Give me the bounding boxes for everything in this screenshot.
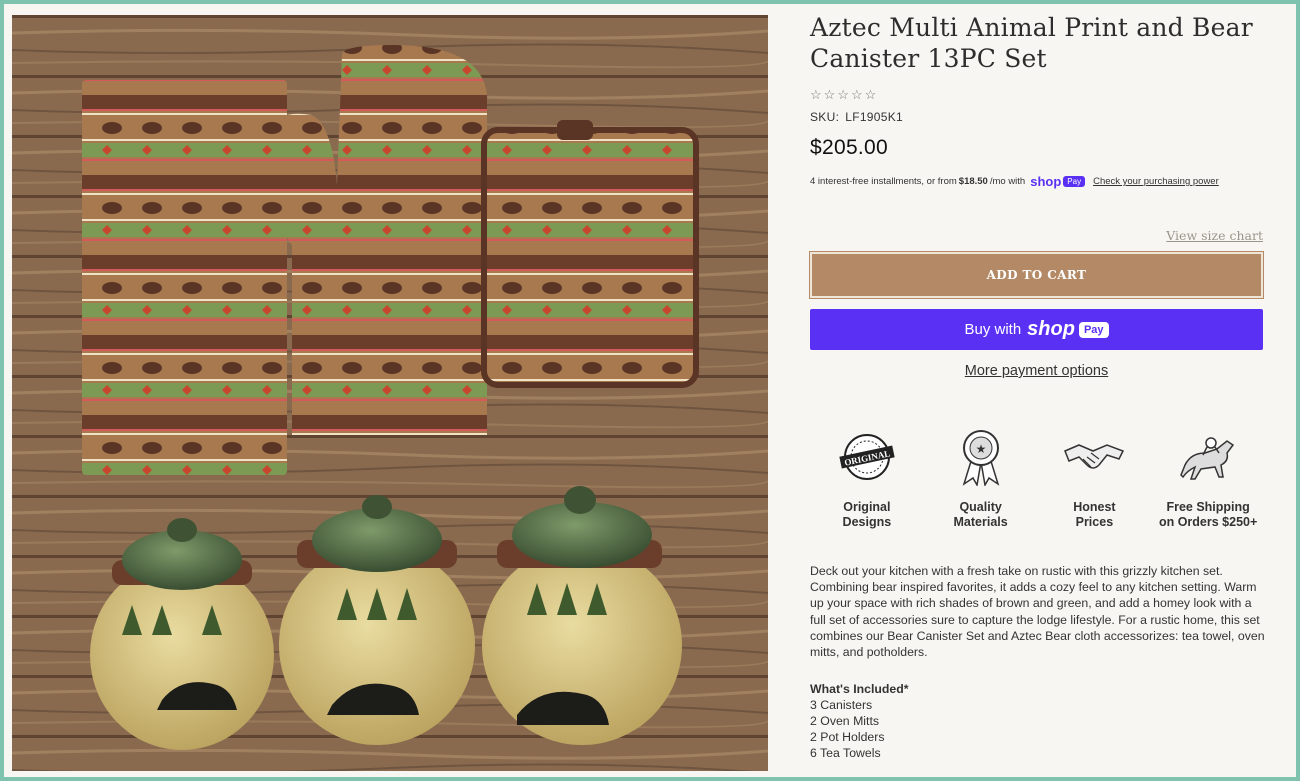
- buy-with-shop-pay-button[interactable]: Buy with shop Pay: [810, 309, 1263, 350]
- svg-text:★: ★: [975, 442, 986, 456]
- badge-free-shipping: Free Shipping on Orders $250+: [1151, 422, 1265, 530]
- check-purchasing-power-link[interactable]: Check your purchasing power: [1093, 176, 1219, 187]
- handshake-icon: [1038, 422, 1152, 492]
- badge-label: Free Shipping on Orders $250+: [1158, 500, 1258, 529]
- sku: SKU: LF1905K1: [810, 110, 1265, 124]
- add-to-cart-button[interactable]: ADD TO CART: [809, 251, 1264, 299]
- included-item: 3 Canisters: [810, 698, 873, 712]
- included-item: 6 Tea Towels: [810, 746, 881, 760]
- installments-message: 4 interest-free installments, or from $1…: [810, 174, 1265, 189]
- pay-chip: Pay: [1078, 321, 1109, 338]
- installments-text: 4 interest-free installments, or from: [810, 176, 957, 187]
- whats-included: What's Included* 3 Canisters 2 Oven Mitt…: [810, 681, 909, 761]
- star-icon: ☆: [810, 87, 822, 102]
- sku-value: LF1905K1: [845, 110, 903, 124]
- installment-amount: $18.50: [958, 176, 988, 187]
- more-payment-options-link[interactable]: More payment options: [810, 363, 1263, 379]
- star-icon: ☆: [823, 87, 836, 102]
- included-item: 2 Oven Mitts: [810, 714, 880, 728]
- rating-stars[interactable]: ☆ ☆ ☆ ☆ ☆: [810, 88, 1265, 102]
- title-line-2: Canister 13PC Set: [810, 44, 1047, 73]
- product-description: Deck out your kitchen with a fresh take …: [810, 564, 1265, 660]
- badge-original-designs: ORIGINAL Original Designs: [810, 422, 924, 530]
- product-photo[interactable]: [12, 15, 768, 771]
- title-line-1: Aztec Multi Animal Print and Bear: [810, 13, 1253, 42]
- shop-logo-icon: shop: [1030, 174, 1062, 189]
- installments-text-after: /mo with: [989, 176, 1026, 187]
- star-icon: ☆: [850, 87, 863, 102]
- shop-pay-badge: Pay: [1063, 176, 1086, 187]
- included-item: 2 Pot Holders: [810, 730, 885, 744]
- buy-with-label: Buy with: [964, 321, 1022, 338]
- product-price: $205.00: [810, 136, 889, 159]
- sku-label: SKU:: [810, 110, 840, 124]
- badge-honest-prices: Honest Prices: [1038, 422, 1152, 530]
- badge-label: Quality Materials: [953, 500, 1008, 529]
- product-info: Aztec Multi Animal Print and Bear Canist…: [809, 12, 1265, 760]
- whats-included-heading: What's Included*: [810, 682, 909, 696]
- view-size-chart-link[interactable]: View size chart: [1166, 228, 1263, 243]
- trust-badges: ORIGINAL Original Designs ★ Quality Mate…: [810, 422, 1265, 530]
- shop-logo-icon: shop: [1027, 318, 1075, 340]
- badge-label: Honest Prices: [1073, 500, 1116, 529]
- star-icon: ☆: [837, 87, 849, 102]
- badge-label: Original Designs: [842, 500, 892, 529]
- product-title: Aztec Multi Animal Print and Bear Canist…: [810, 12, 1265, 74]
- badge-quality-materials: ★ Quality Materials: [924, 422, 1038, 530]
- pony-express-icon: [1151, 422, 1265, 492]
- star-icon: ☆: [864, 87, 877, 102]
- original-seal-icon: ORIGINAL: [810, 422, 924, 492]
- ribbon-award-icon: ★: [924, 422, 1038, 492]
